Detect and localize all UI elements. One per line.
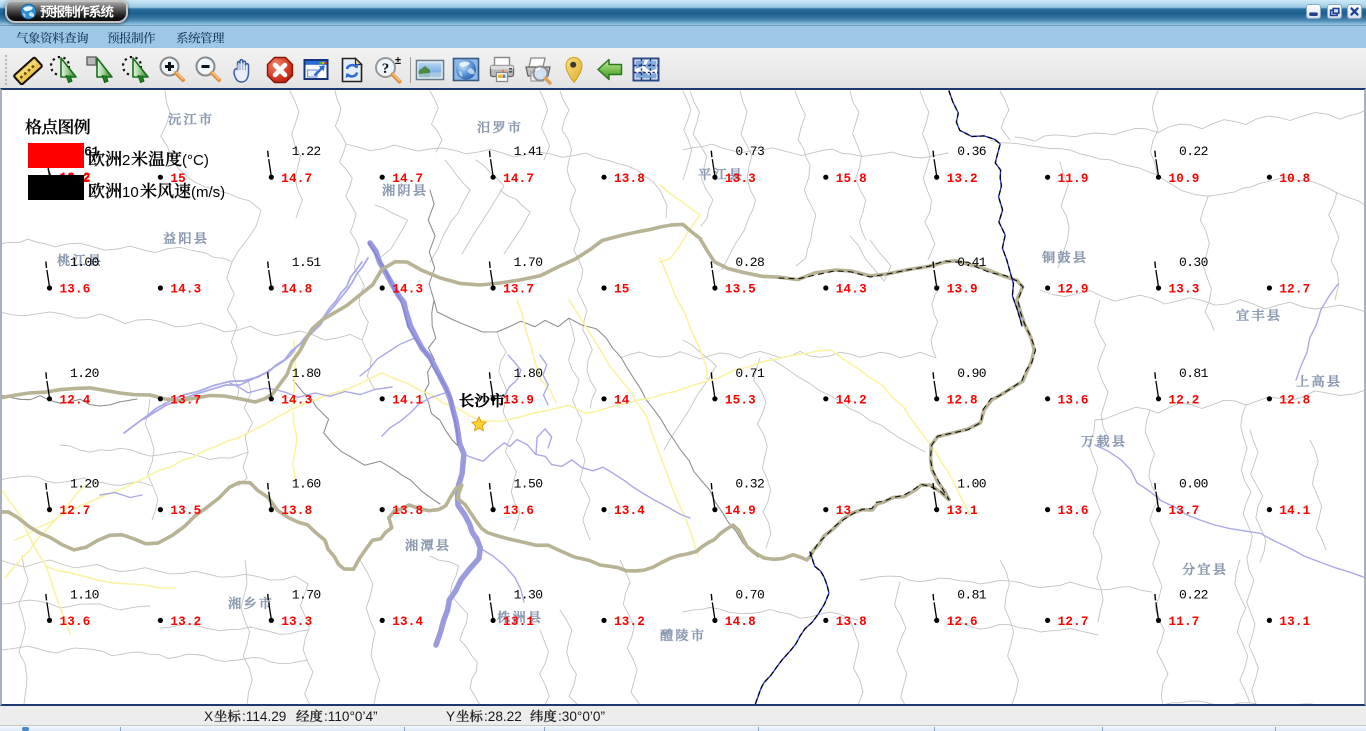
svg-text:1.00: 1.00 xyxy=(957,477,986,492)
svg-text:0.32: 0.32 xyxy=(735,477,764,492)
svg-text:0.81: 0.81 xyxy=(1179,366,1209,381)
svg-text:(m/s): (m/s) xyxy=(191,184,225,201)
svg-text:1.30: 1.30 xyxy=(514,587,543,602)
svg-text:0.22: 0.22 xyxy=(1179,587,1208,602)
svg-text:11.7: 11.7 xyxy=(1169,615,1200,629)
svg-text:12.4: 12.4 xyxy=(60,393,91,407)
svg-text:15.3: 15.3 xyxy=(725,393,756,407)
svg-text:±: ± xyxy=(395,55,401,67)
svg-text:1.51: 1.51 xyxy=(292,255,322,270)
svg-text:13.7: 13.7 xyxy=(503,283,534,297)
svg-text:14.1: 14.1 xyxy=(1279,504,1310,518)
svg-text:15.8: 15.8 xyxy=(836,172,867,186)
svg-text:2: 2 xyxy=(83,171,91,185)
svg-text:13.4: 13.4 xyxy=(614,504,645,518)
svg-text:13.9: 13.9 xyxy=(947,283,978,297)
svg-text:1.50: 1.50 xyxy=(514,477,543,492)
svg-text:0.70: 0.70 xyxy=(735,587,764,602)
svg-text:1.70: 1.70 xyxy=(514,255,543,270)
svg-text:1.00: 1.00 xyxy=(70,255,99,270)
svg-text:0.71: 0.71 xyxy=(735,366,765,381)
svg-text:13.1: 13.1 xyxy=(503,615,534,629)
svg-text:13.3: 13.3 xyxy=(281,615,312,629)
svg-text:13.6: 13.6 xyxy=(1058,504,1089,518)
svg-text:15: 15 xyxy=(614,283,630,297)
svg-text:0.28: 0.28 xyxy=(735,255,764,270)
svg-text:13.2: 13.2 xyxy=(614,615,645,629)
svg-text:1.80: 1.80 xyxy=(514,366,543,381)
svg-text:14.1: 14.1 xyxy=(392,393,423,407)
svg-text:12.8: 12.8 xyxy=(1279,393,1310,407)
svg-text:14.3: 14.3 xyxy=(170,283,201,297)
svg-text:13.9: 13.9 xyxy=(503,393,534,407)
svg-text:12.7: 12.7 xyxy=(1279,283,1310,297)
svg-text:13.1: 13.1 xyxy=(947,504,978,518)
svg-text:13.6: 13.6 xyxy=(503,504,534,518)
svg-text:0.00: 0.00 xyxy=(1179,477,1208,492)
svg-text:14: 14 xyxy=(614,393,630,407)
svg-text:1.22: 1.22 xyxy=(292,144,321,159)
svg-text:10.9: 10.9 xyxy=(1169,172,1200,186)
svg-text:0.73: 0.73 xyxy=(735,144,764,159)
svg-text:13.1: 13.1 xyxy=(1279,615,1310,629)
svg-text:13.2: 13.2 xyxy=(170,615,201,629)
svg-text:14.8: 14.8 xyxy=(281,283,312,297)
svg-text:14.7: 14.7 xyxy=(281,172,312,186)
svg-text:13.6: 13.6 xyxy=(60,615,91,629)
svg-text:0.90: 0.90 xyxy=(957,366,986,381)
svg-text:13: 13 xyxy=(836,504,852,518)
svg-text:14.9: 14.9 xyxy=(725,504,756,518)
svg-text:14.3: 14.3 xyxy=(281,393,312,407)
svg-text:12.8: 12.8 xyxy=(947,393,978,407)
svg-text:13.8: 13.8 xyxy=(836,615,867,629)
svg-text:(°C): (°C) xyxy=(182,152,209,169)
svg-text:13.4: 13.4 xyxy=(392,615,423,629)
svg-text:13.8: 13.8 xyxy=(614,172,645,186)
svg-text:12.7: 12.7 xyxy=(1058,615,1089,629)
svg-text:1.20: 1.20 xyxy=(70,477,99,492)
svg-text:13.7: 13.7 xyxy=(1169,504,1200,518)
svg-text:11.9: 11.9 xyxy=(1058,172,1089,186)
svg-text:13.5: 13.5 xyxy=(170,504,201,518)
svg-text:13.6: 13.6 xyxy=(1058,393,1089,407)
svg-text:0.22: 0.22 xyxy=(1179,144,1208,159)
svg-text:12.6: 12.6 xyxy=(947,615,978,629)
svg-text:12.2: 12.2 xyxy=(1169,393,1200,407)
svg-text:13.8: 13.8 xyxy=(281,504,312,518)
svg-text:15: 15 xyxy=(170,172,186,186)
svg-text:?: ? xyxy=(382,61,390,77)
svg-text:10: 10 xyxy=(122,184,139,201)
svg-text:13.3: 13.3 xyxy=(1169,283,1200,297)
svg-text:1.60: 1.60 xyxy=(292,477,321,492)
svg-text:13.8: 13.8 xyxy=(392,504,423,518)
svg-text:14.2: 14.2 xyxy=(836,393,867,407)
svg-text:14.3: 14.3 xyxy=(392,283,423,297)
svg-text:13.3: 13.3 xyxy=(725,172,756,186)
svg-text:0.30: 0.30 xyxy=(1179,255,1208,270)
svg-text:0.36: 0.36 xyxy=(957,144,986,159)
svg-text:0.81: 0.81 xyxy=(957,587,987,602)
svg-text:13.5: 13.5 xyxy=(725,283,756,297)
svg-text:0.41: 0.41 xyxy=(957,255,987,270)
svg-text:13.7: 13.7 xyxy=(170,393,201,407)
svg-text:13.6: 13.6 xyxy=(60,283,91,297)
svg-text:2: 2 xyxy=(122,152,130,169)
svg-text:13.2: 13.2 xyxy=(947,172,978,186)
svg-text:1.80: 1.80 xyxy=(292,366,321,381)
svg-text:10.8: 10.8 xyxy=(1279,172,1310,186)
svg-text:1.10: 1.10 xyxy=(70,587,99,602)
svg-text:1.41: 1.41 xyxy=(514,144,544,159)
svg-text:14.7: 14.7 xyxy=(392,172,423,186)
svg-text:12.7: 12.7 xyxy=(60,504,91,518)
svg-text:14.7: 14.7 xyxy=(503,172,534,186)
svg-text:1.20: 1.20 xyxy=(70,366,99,381)
svg-text:1.70: 1.70 xyxy=(292,587,321,602)
svg-text:14.3: 14.3 xyxy=(836,283,867,297)
svg-text:12.9: 12.9 xyxy=(1058,283,1089,297)
svg-text:14.8: 14.8 xyxy=(725,615,756,629)
